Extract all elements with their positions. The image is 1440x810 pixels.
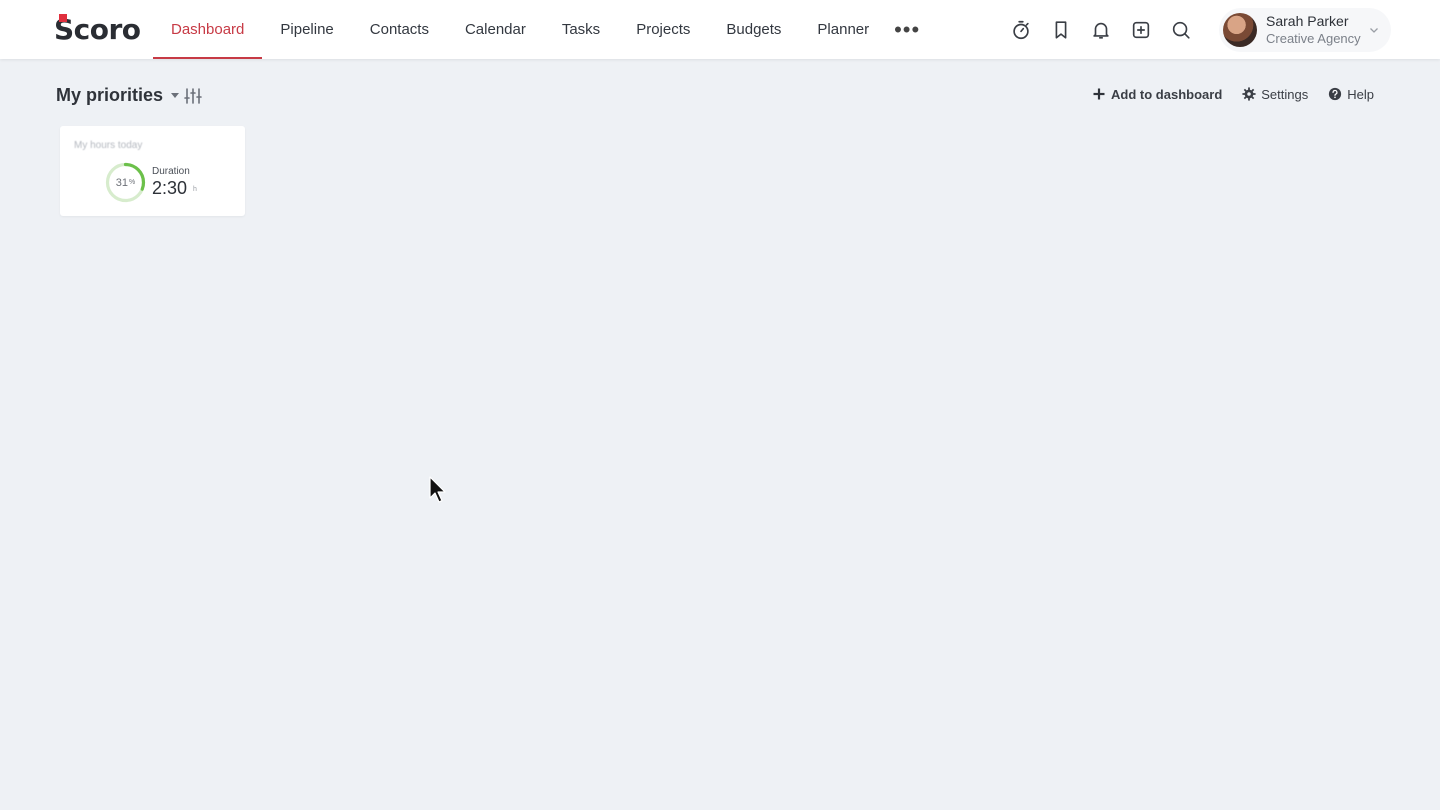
toolbar-icons: [1005, 14, 1196, 46]
top-navigation-bar: Scoro Dashboard Pipeline Contacts Calend…: [0, 0, 1440, 59]
nav-item-dashboard[interactable]: Dashboard: [153, 0, 263, 59]
more-menu-button[interactable]: •••: [887, 0, 927, 59]
gear-icon: [1242, 87, 1256, 101]
nav-item-tasks[interactable]: Tasks: [544, 0, 618, 59]
user-menu[interactable]: Sarah Parker Creative Agency: [1219, 8, 1391, 52]
duration-value: 2:30: [152, 178, 188, 198]
avatar: [1223, 13, 1257, 47]
progress-percent: 31%: [105, 162, 146, 203]
logo-mark: [59, 14, 67, 22]
nav-item-calendar[interactable]: Calendar: [447, 0, 544, 59]
nav-item-pipeline[interactable]: Pipeline: [262, 0, 351, 59]
user-name: Sarah Parker: [1266, 13, 1349, 29]
chevron-down-icon: [1370, 28, 1378, 33]
main-nav: Dashboard Pipeline Contacts Calendar Tas…: [153, 0, 927, 59]
settings-label: Settings: [1261, 86, 1309, 102]
bookmark-icon[interactable]: [1045, 14, 1076, 45]
add-icon[interactable]: [1125, 14, 1156, 45]
timer-icon[interactable]: [1005, 14, 1036, 45]
mouse-cursor-icon: [429, 476, 446, 503]
search-icon[interactable]: [1165, 14, 1196, 45]
help-icon: [1329, 87, 1342, 101]
settings-button[interactable]: Settings: [1242, 87, 1308, 102]
progress-percent-unit: %: [129, 179, 136, 186]
page-title: My priorities: [56, 85, 164, 105]
nav-item-projects[interactable]: Projects: [618, 0, 708, 59]
help-button[interactable]: Help: [1328, 87, 1374, 102]
nav-item-planner[interactable]: Planner: [799, 0, 887, 59]
nav-item-contacts[interactable]: Contacts: [352, 0, 447, 59]
help-label: Help: [1347, 86, 1374, 102]
filter-sliders-button[interactable]: [182, 85, 204, 107]
progress-percent-value: 31: [115, 176, 128, 189]
dashboard-selector[interactable]: My priorities: [56, 85, 180, 106]
add-to-dashboard-button[interactable]: Add to dashboard: [1092, 87, 1222, 102]
dashboard-actions: Add to dashboard Settings Help: [1092, 84, 1374, 104]
duration-label: Duration: [152, 166, 190, 177]
plus-icon: [1093, 88, 1105, 100]
caret-down-icon: [171, 93, 180, 98]
user-company: Creative Agency: [1266, 31, 1361, 46]
duration-unit: h: [193, 186, 197, 193]
my-hours-widget[interactable]: My hours today 31% Duration 2:30 h: [60, 126, 245, 216]
sliders-icon: [184, 88, 202, 104]
scoro-logo[interactable]: Scoro: [54, 13, 141, 46]
nav-item-budgets[interactable]: Budgets: [708, 0, 799, 59]
bell-icon[interactable]: [1085, 14, 1116, 45]
add-to-dashboard-label: Add to dashboard: [1111, 86, 1223, 102]
widget-title: My hours today: [74, 140, 143, 151]
